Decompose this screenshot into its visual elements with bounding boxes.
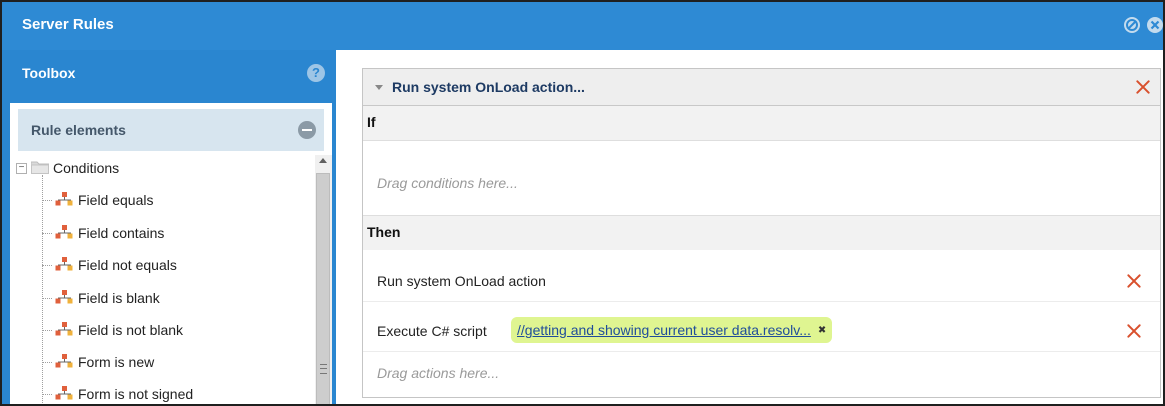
delete-rule-icon[interactable] (1135, 79, 1151, 95)
tree-item-form-is-new[interactable]: Form is new (42, 349, 154, 375)
tree-item-label: Field is not blank (78, 322, 184, 338)
action-row-script[interactable]: Execute C# script //getting and showing … (363, 311, 1160, 352)
close-icon[interactable] (1145, 15, 1163, 35)
toolbox-panel: Rule elements − Conditions Field equals … (10, 103, 332, 404)
tree-item-field-is-blank[interactable]: Field is blank (42, 285, 160, 311)
collapse-icon[interactable] (298, 121, 316, 139)
window-title: Server Rules (22, 16, 114, 33)
tree-item-label: Field not equals (78, 257, 177, 273)
tree-item-label: Field equals (78, 192, 154, 208)
folder-icon (30, 160, 50, 177)
tree-item-field-equals[interactable]: Field equals (42, 187, 154, 213)
tree-item-form-is-not-signed[interactable]: Form is not signed (42, 381, 194, 404)
tree-node-label: Conditions (53, 160, 120, 176)
rule-elements-tree: − Conditions Field equals Field contains… (10, 155, 306, 404)
collapse-triangle-icon[interactable] (375, 85, 383, 90)
scroll-up-arrow-icon[interactable] (319, 158, 327, 163)
rule-element-icon (54, 256, 74, 275)
remove-script-icon[interactable]: ✖ (818, 325, 826, 336)
tree-item-label: Form is new (78, 354, 155, 370)
tree-scrollbar[interactable] (315, 155, 332, 404)
then-section-header: Then (363, 216, 1160, 250)
tree-item-label: Field contains (78, 225, 165, 241)
conditions-drop-zone[interactable]: Drag conditions here... (363, 140, 1160, 216)
toolbox-title: Toolbox (22, 65, 76, 81)
if-section-header: If (363, 106, 1160, 140)
rule-element-icon (54, 289, 74, 308)
rule-card: Run system OnLoad action... If Drag cond… (362, 68, 1161, 398)
delete-action-icon[interactable] (1126, 323, 1142, 339)
expander-icon[interactable]: − (16, 162, 27, 174)
server-rules-window: Server Rules Toolbox ? Rule elements − C… (0, 0, 1165, 406)
rule-editor-pane: Run system OnLoad action... If Drag cond… (336, 50, 1163, 404)
rule-element-icon (54, 224, 74, 243)
tree-item-field-is-not-blank[interactable]: Field is not blank (42, 317, 183, 343)
rule-element-icon (54, 321, 74, 340)
scroll-thumb[interactable] (316, 173, 330, 404)
tree-item-field-contains[interactable]: Field contains (42, 220, 164, 246)
conditions-placeholder: Drag conditions here... (377, 175, 518, 191)
rule-element-icon (54, 191, 74, 210)
action-row-onload[interactable]: Run system OnLoad action (363, 261, 1160, 302)
script-chip[interactable]: //getting and showing current user data.… (511, 317, 833, 343)
rule-elements-title: Rule elements (31, 122, 126, 138)
rule-title: Run system OnLoad action... (392, 79, 585, 95)
tree-item-label: Form is not signed (78, 386, 194, 402)
tree-node-conditions[interactable]: − Conditions (16, 155, 119, 181)
then-label: Then (367, 224, 401, 240)
actions-drop-zone[interactable]: Drag actions here... (363, 353, 1160, 397)
rule-element-icon (54, 385, 74, 404)
toolbox-header: Toolbox ? (2, 50, 336, 96)
rule-element-icon (54, 353, 74, 372)
if-label: If (367, 114, 376, 130)
action-label: Execute C# script (377, 323, 487, 339)
actions-placeholder: Drag actions here... (377, 365, 500, 381)
help-icon[interactable]: ? (307, 64, 325, 82)
toolbox-pane: Toolbox ? Rule elements − Conditions Fie… (2, 50, 336, 404)
action-label: Run system OnLoad action (377, 273, 546, 289)
rule-header[interactable]: Run system OnLoad action... (363, 69, 1160, 106)
block-icon[interactable] (1122, 15, 1142, 35)
grip-icon (320, 364, 327, 374)
tree-item-field-not-equals[interactable]: Field not equals (42, 252, 177, 278)
tree-item-label: Field is blank (78, 290, 160, 306)
rule-elements-header[interactable]: Rule elements (18, 109, 324, 151)
title-bar: Server Rules (2, 2, 1163, 50)
script-link[interactable]: //getting and showing current user data.… (517, 322, 811, 338)
delete-action-icon[interactable] (1126, 273, 1142, 289)
